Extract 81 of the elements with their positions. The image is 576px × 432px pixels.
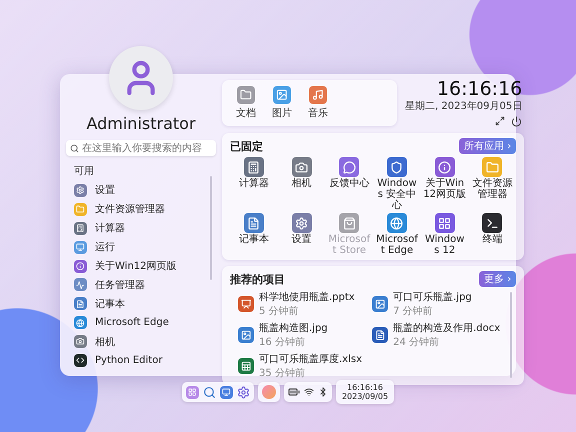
wifi-icon <box>304 387 314 397</box>
presentation-file-icon <box>238 296 254 312</box>
globe-icon <box>386 213 407 233</box>
power-icon[interactable] <box>511 116 522 127</box>
recent-file[interactable]: 可口可乐瓶盖.jpg 7 分钟前 <box>372 290 506 318</box>
all-apps-button[interactable]: 所有应用 › <box>459 138 516 154</box>
folder-icon <box>237 86 255 104</box>
chat-bubble-icon <box>339 157 360 177</box>
calculator-icon <box>74 222 87 235</box>
gear-icon[interactable] <box>236 386 250 398</box>
window-icon <box>220 386 233 398</box>
document-file-icon <box>372 327 388 343</box>
gear-icon <box>292 213 312 233</box>
picture-icon <box>273 86 291 104</box>
section-title: 推荐的项目 <box>230 272 285 286</box>
recent-file[interactable]: 瓶盖构造图.jpg 16 分钟前 <box>238 321 372 349</box>
section-title: 可用 <box>74 165 95 178</box>
folder-icon <box>74 202 87 216</box>
pinned-app[interactable]: 设置 <box>278 213 326 256</box>
image-file-icon <box>372 296 388 312</box>
shield-icon <box>386 157 407 177</box>
pinned-app[interactable]: 文件资源管理器 <box>468 157 516 211</box>
pinned-app[interactable]: Microsoft Edge <box>373 213 421 256</box>
battery-icon <box>288 386 300 398</box>
pinned-app[interactable]: 计算器 <box>230 157 278 211</box>
app-list-item[interactable]: 关于Win12网页版 <box>74 256 210 276</box>
search-icon[interactable] <box>202 386 216 398</box>
pinned-app[interactable]: Windows 安全中心 <box>373 157 421 211</box>
app-list-item[interactable]: Microsoft Edge <box>74 313 210 332</box>
app-list-item[interactable]: Python Editor <box>74 351 210 370</box>
gear-icon <box>74 184 87 197</box>
user-name: Administrator <box>86 114 196 133</box>
spreadsheet-file-icon <box>238 358 254 374</box>
scrollbar[interactable] <box>510 292 512 378</box>
clock-time: 16:16:16 <box>436 80 522 99</box>
recent-file[interactable]: 科学地使用瓶盖.pptx 5 分钟前 <box>238 290 372 318</box>
camera-icon <box>292 157 312 177</box>
notepad-icon <box>244 213 264 233</box>
code-icon <box>74 354 87 368</box>
folder-shortcut[interactable]: 文档 <box>236 86 256 120</box>
app-icon[interactable] <box>220 386 233 398</box>
pinned-app[interactable]: 记事本 <box>230 213 278 256</box>
info-icon <box>74 260 87 273</box>
shopping-bag-icon <box>339 213 360 233</box>
camera-icon <box>74 335 87 348</box>
recent-file[interactable]: 瓶盖的构造及作用.docx 24 分钟前 <box>372 321 506 349</box>
grid-icon <box>434 213 455 233</box>
folder-shortcut[interactable]: 图片 <box>272 86 292 120</box>
more-button[interactable]: 更多 › <box>479 271 516 287</box>
monitor-icon <box>74 240 87 254</box>
circle-icon[interactable] <box>262 385 276 399</box>
clock-date: 星期二, 2023年09月05日 <box>405 100 522 113</box>
expand-icon[interactable] <box>495 116 506 126</box>
folder-shortcut[interactable]: 音乐 <box>308 86 328 120</box>
pinned-app[interactable]: 终端 <box>468 213 516 256</box>
bluetooth-icon <box>318 387 328 397</box>
app-list-item[interactable]: 设置 <box>74 181 210 200</box>
pinned-app[interactable]: 反馈中心 <box>325 157 374 211</box>
app-list-item[interactable]: 相机 <box>74 332 210 352</box>
search-icon <box>70 144 79 152</box>
app-list-item[interactable]: 记事本 <box>74 294 210 314</box>
pinned-app[interactable]: 关于Win12网页版 <box>420 157 469 211</box>
app-list-item[interactable]: 文件资源管理器 <box>74 200 210 219</box>
app-list-item[interactable]: 任务管理器 <box>74 276 210 294</box>
recent-file[interactable]: 可口可乐瓶盖厚度.xlsx 35 分钟前 <box>238 352 372 380</box>
pinned-app[interactable]: Windows 12 <box>420 213 469 256</box>
app-list-item[interactable]: 运行 <box>74 238 210 257</box>
pinned-app[interactable]: 相机 <box>278 157 326 211</box>
terminal-icon <box>482 213 502 233</box>
calculator-icon <box>244 157 264 177</box>
folder-icon <box>482 157 502 177</box>
section-title: 已固定 <box>230 138 263 154</box>
music-icon <box>309 86 327 104</box>
taskbar-clock[interactable]: 16:16:16 2023/09/05 <box>336 380 394 404</box>
chart-icon <box>74 278 87 292</box>
info-icon <box>434 157 455 177</box>
notepad-icon <box>74 297 87 310</box>
globe-icon <box>74 316 87 330</box>
app-list-item[interactable]: 计算器 <box>74 218 210 238</box>
scrollbar[interactable] <box>210 176 212 280</box>
image-file-icon <box>238 327 254 343</box>
